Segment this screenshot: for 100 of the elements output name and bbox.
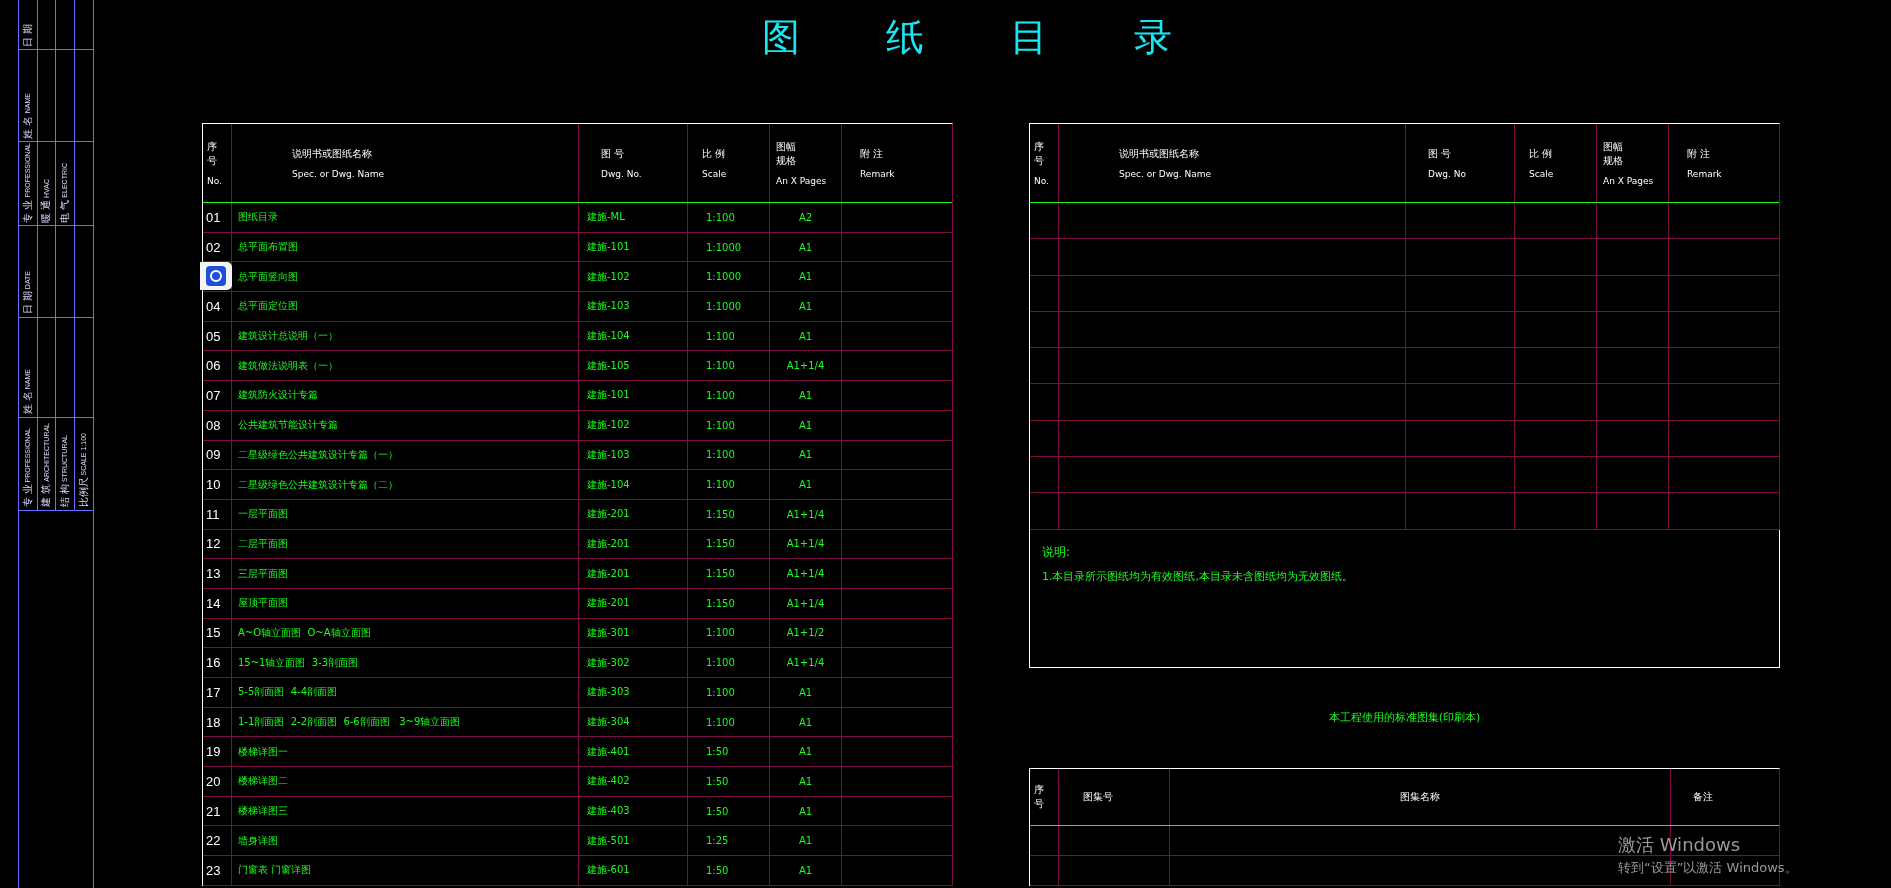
header-label-cn: 序号 [207, 140, 218, 168]
drawing-name: 墙身详图 [238, 833, 278, 848]
sheet-size: A1+1/4 [786, 538, 825, 550]
drawing-scale: 1:100 [706, 389, 735, 401]
title-block-label: 专 业 [22, 484, 33, 507]
sheet-size: A1 [798, 479, 813, 491]
floating-app-button[interactable] [200, 262, 232, 290]
title-block-label: 姓 名 [22, 115, 33, 139]
header-label-cn: 图幅规格 [776, 140, 797, 168]
row-number: 06 [206, 358, 221, 374]
drawing-scale: 1:25 [706, 835, 729, 847]
header-label-en: Scale [702, 169, 728, 179]
row-number: 14 [206, 595, 221, 611]
row-number: 07 [206, 387, 221, 403]
drawing-name: 建筑防火设计专篇 [238, 388, 318, 403]
drawing-number: 建施-302 [587, 655, 630, 670]
drawing-number: 建施-201 [587, 507, 630, 522]
sheet-size: A1 [798, 330, 813, 342]
title-block-label: 结 构 [59, 484, 70, 507]
drawing-name: 公共建筑节能设计专篇 [238, 418, 338, 433]
header-label-en: Dwg. No. [601, 169, 643, 179]
sheet-size: A1+1/4 [786, 597, 825, 609]
drawing-number: 建施-201 [587, 536, 630, 551]
drawing-name: 5-5剖面图 4-4剖面图 [238, 685, 338, 700]
note-text: 1.本目录所示图纸均为有效图纸,本目录未含图纸均为无效图纸。 [1042, 568, 1354, 584]
header-label-en: Spec. or Dwg. Name [1119, 169, 1212, 179]
drawing-title-char: 图 [761, 18, 800, 60]
drawing-scale: 1:1000 [706, 271, 742, 283]
header-label-cn: 图 号 [601, 147, 625, 161]
drawing-name: A~O轴立面图 O~A轴立面图 [238, 625, 371, 640]
drawing-number: 建施-501 [587, 833, 630, 848]
drawing-scale: 1:100 [706, 479, 735, 491]
sheet-size: A1+1/2 [786, 627, 825, 639]
drawing-scale: 1:100 [706, 716, 735, 728]
drawing-name: 建筑做法说明表（一） [238, 358, 338, 373]
drawing-scale: 1:50 [706, 746, 729, 758]
title-block-label: 比例尺 [78, 477, 89, 507]
header-label-en: Remark [1687, 169, 1723, 179]
drawing-number: 建施-201 [587, 596, 630, 611]
header-label-en: Dwg. No [1428, 169, 1467, 179]
atlas-title: 本工程使用的标准图集(印刷本) [1328, 710, 1481, 726]
drawing-name: 总平面布置图 [238, 240, 298, 255]
header-label-cn: 序号 [1034, 782, 1045, 811]
sheet-size: A1 [798, 389, 813, 401]
sheet-size: A1 [798, 864, 813, 876]
drawing-scale: 1:150 [706, 568, 735, 580]
row-number: 01 [206, 209, 221, 225]
drawing-name: 三层平面图 [238, 566, 288, 581]
sheet-size: A1+1/4 [786, 360, 825, 372]
row-number: 20 [206, 773, 221, 789]
header-label-cn: 比 例 [1529, 147, 1553, 161]
drawing-name: 一层平面图 [238, 507, 288, 522]
drawing-scale: 1:100 [706, 419, 735, 431]
row-number: 19 [206, 744, 221, 760]
sheet-size: A1+1/4 [786, 568, 825, 580]
drawing-number: 建施-ML [587, 210, 625, 225]
drawing-number: 建施-103 [587, 447, 630, 462]
drawing-name: 图纸目录 [238, 210, 278, 225]
header-label-en: An X Pages [776, 176, 828, 186]
drawing-title-char: 录 [1133, 18, 1172, 60]
drawing-title-char: 纸 [885, 18, 924, 60]
row-number: 09 [206, 447, 221, 463]
drawing-scale: 1:100 [706, 657, 735, 669]
sheet-size: A1 [798, 775, 813, 787]
drawing-scale: 1:100 [706, 330, 735, 342]
drawing-number: 建施-401 [587, 744, 630, 759]
drawing-name: 门窗表 门窗详图 [238, 863, 312, 878]
title-block-label: 姓 名 [22, 391, 33, 415]
title-block-label: 日 期 [22, 23, 33, 47]
header-label-cn: 图集名称 [1400, 789, 1440, 804]
sheet-size: A1 [798, 805, 813, 817]
drawing-scale: 1:150 [706, 538, 735, 550]
row-number: 12 [206, 536, 221, 552]
header-label-cn: 图 号 [1428, 147, 1452, 161]
drawing-scale: 1:100 [706, 627, 735, 639]
drawing-scale: 1:100 [706, 360, 735, 372]
header-label-en: Remark [860, 169, 896, 179]
title-block-label: 电 气 [59, 199, 70, 223]
row-number: 08 [206, 417, 221, 433]
header-label-cn: 说明书或图纸名称 [292, 147, 372, 161]
header-label-en: Scale [1529, 169, 1555, 179]
drawing-number: 建施-304 [587, 715, 630, 730]
header-label-cn: 说明书或图纸名称 [1119, 147, 1199, 161]
drawing-name: 二层平面图 [238, 536, 288, 551]
drawing-name: 楼梯详图二 [238, 774, 288, 789]
drawing-number: 建施-103 [587, 299, 630, 314]
drawing-number: 建施-303 [587, 685, 630, 700]
row-number: 04 [206, 298, 221, 314]
sheet-size: A1+1/4 [786, 508, 825, 520]
header-label-cn: 备注 [1693, 789, 1713, 804]
sheet-size: A1 [798, 419, 813, 431]
header-label-en: No. [1034, 176, 1050, 186]
drawing-number: 建施-104 [587, 329, 630, 344]
ring-icon [206, 266, 226, 286]
sheet-size: A1 [798, 835, 813, 847]
drawing-number: 建施-403 [587, 804, 630, 819]
row-number: 13 [206, 566, 221, 582]
row-number: 05 [206, 328, 221, 344]
drawing-name: 建筑设计总说明（一） [238, 329, 338, 344]
drawing-name: 15~1轴立面图 3-3剖面图 [238, 655, 359, 670]
